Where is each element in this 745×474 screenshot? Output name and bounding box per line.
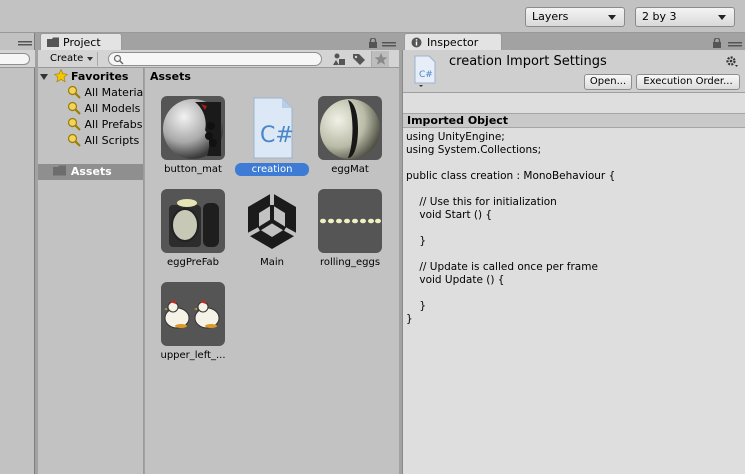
asset-item-label: rolling_eggs	[319, 257, 381, 268]
layers-dropdown-label: Layers	[532, 10, 569, 23]
chevron-down-icon	[608, 15, 616, 20]
tag-icon	[353, 54, 365, 65]
sidebar-item-all-models[interactable]: All Models	[67, 101, 140, 117]
inspector-header: C# creation Import Settings Open... Exec…	[403, 50, 745, 93]
panel-menu-icon[interactable]	[18, 41, 32, 47]
execution-order-button[interactable]: Execution Order...	[636, 74, 740, 90]
sidebar-item-all-materials[interactable]: All Materia	[67, 85, 143, 101]
asset-item-creation[interactable]: C# creation	[232, 96, 312, 176]
favorites-toggle-button[interactable]	[371, 51, 389, 67]
filter-by-type-button[interactable]	[330, 51, 348, 67]
search-icon	[67, 101, 81, 115]
grid-title: Assets	[150, 70, 191, 83]
sphere-material-icon	[318, 96, 382, 160]
tab-project[interactable]: Project	[40, 33, 122, 51]
chevron-down-icon	[718, 15, 726, 20]
sidebar-item-assets[interactable]: Assets	[38, 164, 143, 180]
info-icon	[411, 37, 422, 48]
sidebar-item-all-prefabs[interactable]: All Prefabs	[67, 117, 142, 133]
scene-panel-stub	[0, 33, 35, 474]
folder-icon	[47, 37, 59, 47]
unity-scene-icon	[240, 189, 304, 253]
asset-item-label: eggPreFab	[166, 257, 220, 268]
open-button-label: Open...	[589, 76, 627, 87]
csharp-script-icon: C#	[414, 55, 436, 87]
sidebar-item-label: All Models	[84, 102, 141, 115]
lock-icon[interactable]	[712, 38, 722, 48]
search-icon	[67, 133, 81, 147]
open-button[interactable]: Open...	[584, 74, 632, 90]
search-icon	[67, 117, 81, 131]
inspector-panel: C# creation Import Settings Open... Exec…	[402, 50, 745, 474]
panel-menu-icon[interactable]	[382, 42, 396, 48]
layers-dropdown[interactable]: Layers	[525, 7, 625, 27]
project-search-input[interactable]	[108, 52, 322, 66]
asset-item-rolling-eggs[interactable]: rolling_eggs	[310, 189, 390, 269]
asset-item-label: creation	[235, 163, 309, 176]
expand-arrow-icon[interactable]	[40, 74, 48, 80]
favorites-label: Favorites	[71, 70, 129, 83]
favorites-header[interactable]: Favorites	[40, 68, 129, 85]
chevron-down-icon	[87, 57, 94, 61]
assets-grid: Assets button_mat C# creation eggMat egg…	[145, 68, 399, 474]
chicken-texture-icon	[161, 282, 225, 346]
create-button-label: Create	[50, 53, 84, 64]
execution-order-button-label: Execution Order...	[643, 76, 733, 87]
svg-text:C#: C#	[419, 70, 433, 80]
layout-dropdown[interactable]: 2 by 3	[635, 7, 735, 27]
filter-by-label-button[interactable]	[350, 51, 368, 67]
star-icon	[53, 68, 68, 83]
search-icon	[67, 85, 81, 99]
search-icon	[113, 54, 124, 65]
texture-icon	[318, 189, 382, 253]
sidebar-item-label: All Prefabs	[84, 118, 143, 131]
tab-inspector-label: Inspector	[427, 36, 479, 49]
main-toolbar: Layers 2 by 3	[0, 0, 745, 33]
scene-search-input[interactable]	[0, 53, 30, 65]
asset-item-eggmat[interactable]: eggMat	[310, 96, 390, 176]
svg-text:C#: C#	[260, 123, 294, 148]
sidebar-item-label: All Materia	[84, 86, 144, 99]
panel-menu-icon[interactable]	[728, 42, 742, 48]
script-preview: using UnityEngine; using System.Collecti…	[406, 131, 616, 325]
sphere-material-icon	[161, 96, 225, 160]
create-button[interactable]: Create	[42, 52, 99, 66]
asset-item-label: upper_left_...	[160, 350, 226, 361]
asset-item-eggprefab[interactable]: eggPreFab	[153, 189, 233, 269]
asset-item-label: button_mat	[164, 164, 222, 175]
layout-dropdown-label: 2 by 3	[642, 10, 677, 23]
sidebar-item-all-scripts[interactable]: All Scripts	[67, 133, 139, 149]
sidebar-item-label: Assets	[70, 165, 112, 178]
project-tree: Favorites All Materia All Models All Pre…	[38, 68, 144, 474]
project-header: Create	[38, 50, 399, 68]
asset-item-button-mat[interactable]: button_mat	[153, 96, 233, 176]
imported-object-header: Imported Object	[403, 113, 745, 128]
gear-icon[interactable]	[725, 55, 739, 69]
star-icon	[374, 53, 388, 65]
asset-item-label: eggMat	[331, 164, 369, 175]
prefab-icon	[161, 189, 225, 253]
tab-project-label: Project	[63, 36, 101, 49]
sidebar-item-label: All Scripts	[84, 134, 140, 147]
tab-inspector[interactable]: Inspector	[404, 33, 502, 51]
asset-item-label: Main	[260, 257, 284, 268]
filter-type-icon	[333, 53, 345, 65]
inspector-title: creation Import Settings	[449, 54, 607, 69]
folder-icon	[53, 165, 66, 176]
asset-item-upper-left[interactable]: upper_left_...	[153, 282, 233, 362]
lock-icon[interactable]	[368, 38, 378, 48]
asset-item-main[interactable]: Main	[232, 189, 312, 269]
csharp-script-icon: C#	[240, 96, 304, 160]
